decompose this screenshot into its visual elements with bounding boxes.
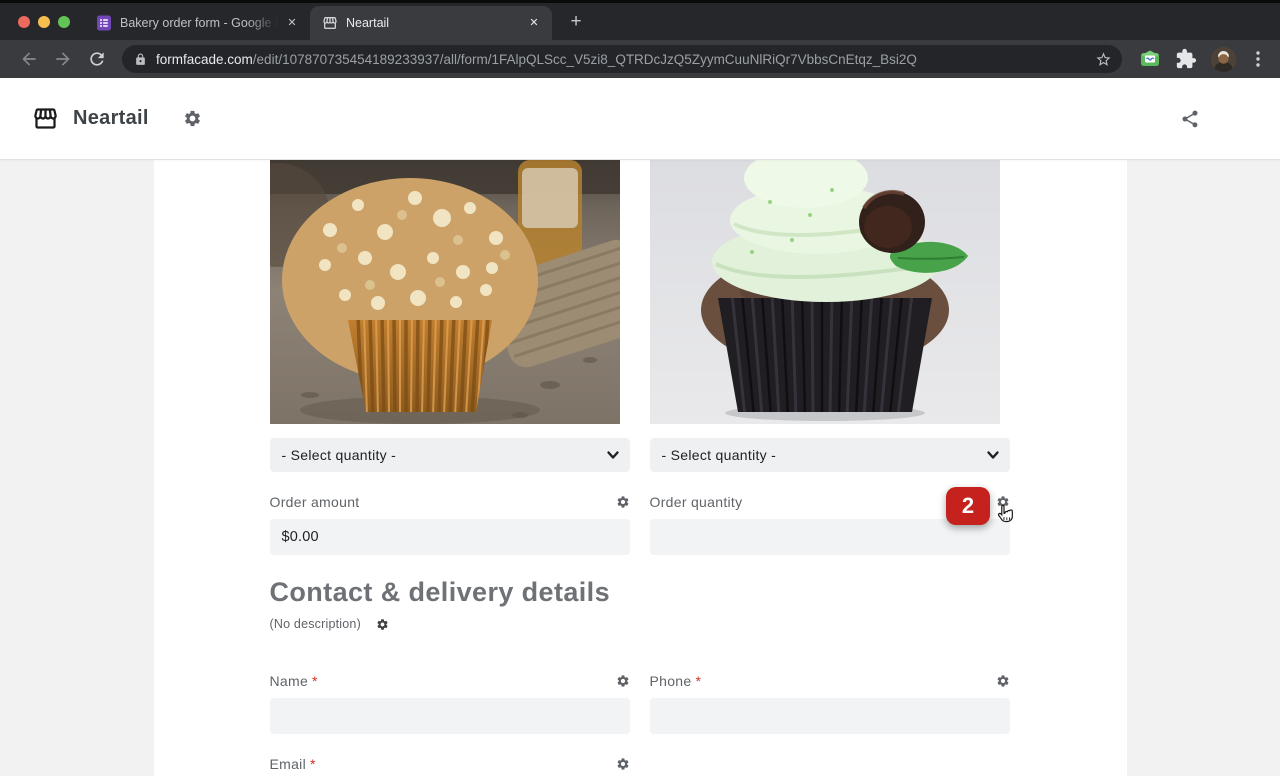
tab-neartail[interactable]: Neartail ✕ (310, 6, 552, 40)
step-2-badge: 2 (946, 487, 990, 525)
form-editor-panel: - Select quantity - - Select quantity - … (154, 160, 1127, 776)
select-value: - Select quantity - (282, 447, 397, 463)
profile-avatar[interactable] (1211, 47, 1236, 72)
required-asterisk: * (695, 673, 701, 689)
storefront-favicon-icon (322, 15, 338, 31)
product-image-muffin[interactable] (270, 160, 620, 424)
tab-bakery-order-form[interactable]: Bakery order form - Google For ✕ (84, 6, 310, 40)
lock-icon (134, 53, 147, 66)
reload-icon[interactable] (87, 49, 107, 69)
tab-strip: Bakery order form - Google For ✕ Neartai… (0, 0, 1280, 40)
site-settings-gear-icon[interactable] (183, 109, 202, 128)
section-description: (No description) (270, 617, 361, 631)
select-value: - Select quantity - (662, 447, 777, 463)
window-controls (0, 3, 84, 40)
browser-window: Bakery order form - Google For ✕ Neartai… (0, 0, 1280, 777)
field-settings-gear-icon[interactable] (616, 674, 630, 688)
name-input[interactable] (270, 698, 630, 734)
email-label: Email* (270, 756, 316, 772)
storefront-logo-icon (32, 105, 59, 132)
tab-title: Bakery order form - Google For (120, 16, 278, 30)
field-settings-gear-icon[interactable] (616, 495, 630, 509)
url-domain: formfacade.com (156, 52, 253, 67)
google-forms-icon (96, 15, 112, 31)
forward-icon[interactable] (53, 49, 73, 69)
order-amount-input[interactable]: $0.00 (270, 519, 630, 555)
brand-name: Neartail (73, 107, 149, 130)
close-window-button[interactable] (18, 16, 30, 28)
field-settings-gear-icon[interactable] (996, 674, 1010, 688)
brand-home-link[interactable]: Neartail (32, 105, 149, 132)
close-tab-icon[interactable]: ✕ (526, 15, 542, 31)
section-settings-gear-icon[interactable] (376, 618, 389, 631)
zoom-window-button[interactable] (58, 16, 70, 28)
hand-cursor-icon (994, 504, 1016, 528)
name-label: Name* (270, 673, 318, 689)
chevron-down-icon (986, 448, 1000, 462)
url-path: /edit/107870735454189233937/all/form/1FA… (253, 52, 917, 67)
phone-label: Phone* (650, 673, 702, 689)
section-title: Contact & delivery details (270, 577, 1127, 608)
page-background: - Select quantity - - Select quantity - … (0, 160, 1280, 776)
product-image-cupcake[interactable] (650, 160, 1000, 424)
tab-title: Neartail (346, 16, 389, 30)
browser-toolbar: formfacade.com/edit/10787073545418923393… (0, 40, 1280, 78)
quantity-select-cupcake[interactable]: - Select quantity - (650, 438, 1010, 472)
browser-menu-icon[interactable] (1250, 49, 1266, 69)
share-icon[interactable] (1180, 109, 1200, 129)
address-bar[interactable]: formfacade.com/edit/10787073545418923393… (122, 45, 1122, 73)
close-tab-icon[interactable]: ✕ (284, 15, 300, 31)
minimize-window-button[interactable] (38, 16, 50, 28)
chevron-down-icon (606, 448, 620, 462)
site-header: Neartail (0, 78, 1280, 160)
required-asterisk: * (312, 673, 318, 689)
phone-input[interactable] (650, 698, 1010, 734)
field-settings-gear-icon[interactable] (616, 757, 630, 771)
order-quantity-label: Order quantity (650, 494, 743, 510)
new-tab-button[interactable]: + (562, 8, 590, 36)
back-icon[interactable] (19, 49, 39, 69)
extensions-puzzle-icon[interactable] (1175, 48, 1197, 70)
bookmark-star-icon[interactable] (1095, 51, 1112, 68)
url-text: formfacade.com/edit/10787073545418923393… (156, 52, 1087, 67)
required-asterisk: * (310, 756, 316, 772)
order-amount-label: Order amount (270, 494, 360, 510)
quantity-select-muffin[interactable]: - Select quantity - (270, 438, 630, 472)
mail-extension-icon[interactable] (1139, 48, 1161, 70)
